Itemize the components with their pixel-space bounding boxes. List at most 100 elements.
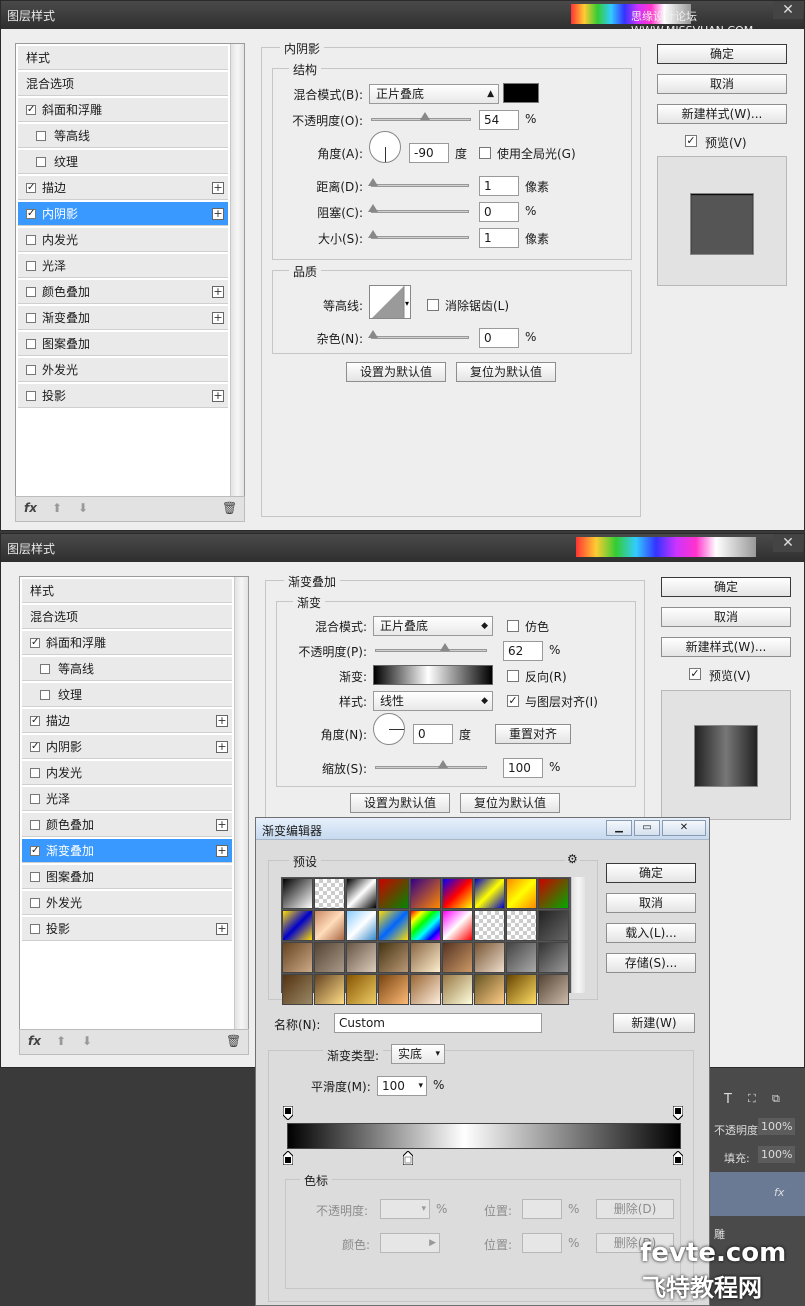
style-item-bevel[interactable]: ✓ 斜面和浮雕: [22, 631, 232, 655]
checkbox[interactable]: ✓: [30, 742, 40, 752]
checkbox[interactable]: ✓: [30, 638, 40, 648]
style-item-drop-shadow[interactable]: 投影 +: [22, 917, 232, 941]
style-item-color-overlay[interactable]: 颜色叠加 +: [18, 280, 228, 304]
scale-slider[interactable]: [375, 760, 487, 769]
checkbox[interactable]: [26, 261, 36, 271]
ok-button[interactable]: 确定: [657, 44, 787, 64]
reset-default-button[interactable]: 复位为默认值: [460, 793, 560, 813]
opacity-slider[interactable]: [371, 112, 471, 121]
slider-thumb[interactable]: [368, 330, 378, 338]
slider-thumb[interactable]: [438, 760, 448, 768]
gradient-preset-swatch[interactable]: [410, 910, 441, 941]
color-stop-right[interactable]: [672, 1150, 684, 1166]
checkbox[interactable]: [40, 664, 50, 674]
style-item-satin[interactable]: 光泽: [18, 254, 228, 278]
gradient-bar[interactable]: [287, 1123, 681, 1149]
slider-thumb[interactable]: [440, 643, 450, 651]
gradient-type-select[interactable]: 实底 ▾: [391, 1044, 445, 1064]
antialias-checkbox[interactable]: [427, 299, 439, 311]
blend-mode-select[interactable]: 正片叠底 ▲: [369, 84, 499, 104]
style-item-pattern-overlay[interactable]: 图案叠加: [22, 865, 232, 889]
cancel-button[interactable]: 取消: [606, 893, 696, 913]
gradient-preset-swatch[interactable]: [346, 974, 377, 1005]
checkbox[interactable]: ✓: [30, 846, 40, 856]
close-icon[interactable]: ✕: [773, 534, 803, 552]
add-icon[interactable]: +: [212, 182, 224, 194]
trash-icon[interactable]: 🗑: [222, 501, 237, 515]
gradient-preset-swatch[interactable]: [282, 942, 313, 973]
layer-row[interactable]: fx: [710, 1172, 805, 1216]
style-item-inner-shadow[interactable]: ✓ 内阴影 +: [22, 735, 232, 759]
close-icon[interactable]: ✕: [773, 1, 803, 19]
style-item-texture[interactable]: 纹理: [18, 150, 228, 174]
load-button[interactable]: 载入(L)...: [606, 923, 696, 943]
gradient-preset-swatch[interactable]: [506, 974, 537, 1005]
style-item-pattern-overlay[interactable]: 图案叠加: [18, 332, 228, 356]
checkbox[interactable]: [26, 235, 36, 245]
fx-icon[interactable]: fx: [28, 1034, 41, 1048]
gradient-preset-swatch[interactable]: [442, 910, 473, 941]
reverse-checkbox[interactable]: [507, 670, 519, 682]
add-icon[interactable]: +: [212, 208, 224, 220]
stop-color-swatch[interactable]: ▶: [380, 1233, 440, 1253]
contour-picker[interactable]: ▾: [369, 285, 411, 319]
cancel-button[interactable]: 取消: [661, 607, 791, 627]
gradient-preset-swatch[interactable]: [346, 878, 377, 909]
add-icon[interactable]: +: [212, 312, 224, 324]
stop-color-position[interactable]: [522, 1233, 562, 1253]
reset-align-button[interactable]: 重置对齐: [495, 724, 571, 744]
gradient-preset-swatch[interactable]: [442, 942, 473, 973]
name-input[interactable]: Custom: [334, 1013, 542, 1033]
trash-icon[interactable]: 🗑: [226, 1034, 241, 1048]
add-icon[interactable]: +: [216, 715, 228, 727]
scrollbar[interactable]: [230, 44, 244, 496]
style-item-blending[interactable]: 混合选项: [18, 72, 228, 96]
size-input[interactable]: 1: [479, 228, 519, 248]
add-icon[interactable]: +: [216, 819, 228, 831]
titlebar[interactable]: 图层样式 ✕: [1, 534, 804, 562]
style-item-outer-glow[interactable]: 外发光: [18, 358, 228, 382]
add-icon[interactable]: +: [212, 286, 224, 298]
new-gradient-button[interactable]: 新建(W): [613, 1013, 695, 1033]
add-icon[interactable]: +: [212, 390, 224, 402]
checkbox[interactable]: [26, 313, 36, 323]
gradient-preset-swatch[interactable]: [314, 910, 345, 941]
global-light-checkbox[interactable]: [479, 147, 491, 159]
slider-thumb[interactable]: [420, 112, 430, 120]
gradient-preset-swatch[interactable]: [314, 942, 345, 973]
slider-thumb[interactable]: [368, 204, 378, 212]
set-default-button[interactable]: 设置为默认值: [350, 793, 450, 813]
style-item-texture[interactable]: 纹理: [22, 683, 232, 707]
ok-button[interactable]: 确定: [661, 577, 791, 597]
gradient-preset-swatch[interactable]: [474, 910, 505, 941]
opacity-stop-right[interactable]: [672, 1105, 684, 1121]
type-icon[interactable]: T: [724, 1092, 732, 1107]
align-checkbox[interactable]: ✓: [507, 695, 519, 707]
opacity-input[interactable]: 62: [503, 641, 543, 661]
opacity-stop-left[interactable]: [282, 1105, 294, 1121]
checkbox[interactable]: [30, 872, 40, 882]
transform-icon[interactable]: ⛶: [748, 1092, 756, 1106]
style-item-drop-shadow[interactable]: 投影 +: [18, 384, 228, 408]
style-item-styles[interactable]: 样式: [18, 46, 228, 70]
style-item-color-overlay[interactable]: 颜色叠加 +: [22, 813, 232, 837]
gradient-preset-swatch[interactable]: [538, 974, 569, 1005]
arrow-down-icon[interactable]: ⬇: [82, 1034, 92, 1048]
checkbox[interactable]: [26, 365, 36, 375]
style-item-stroke[interactable]: ✓ 描边 +: [22, 709, 232, 733]
gradient-preset-swatch[interactable]: [378, 910, 409, 941]
style-item-outer-glow[interactable]: 外发光: [22, 891, 232, 915]
checkbox[interactable]: [26, 339, 36, 349]
checkbox[interactable]: ✓: [26, 105, 36, 115]
checkbox[interactable]: ✓: [30, 716, 40, 726]
arrow-up-icon[interactable]: ⬆: [52, 501, 62, 515]
scale-input[interactable]: 100: [503, 758, 543, 778]
stop-opacity-input[interactable]: ▾: [380, 1199, 430, 1219]
noise-slider[interactable]: [368, 330, 469, 339]
checkbox[interactable]: [26, 391, 36, 401]
gradient-preset-swatch[interactable]: [442, 878, 473, 909]
gradient-preview[interactable]: [373, 665, 493, 685]
save-button[interactable]: 存储(S)...: [606, 953, 696, 973]
gradient-preset-swatch[interactable]: [282, 974, 313, 1005]
style-item-inner-shadow[interactable]: ✓ 内阴影 +: [18, 202, 228, 226]
